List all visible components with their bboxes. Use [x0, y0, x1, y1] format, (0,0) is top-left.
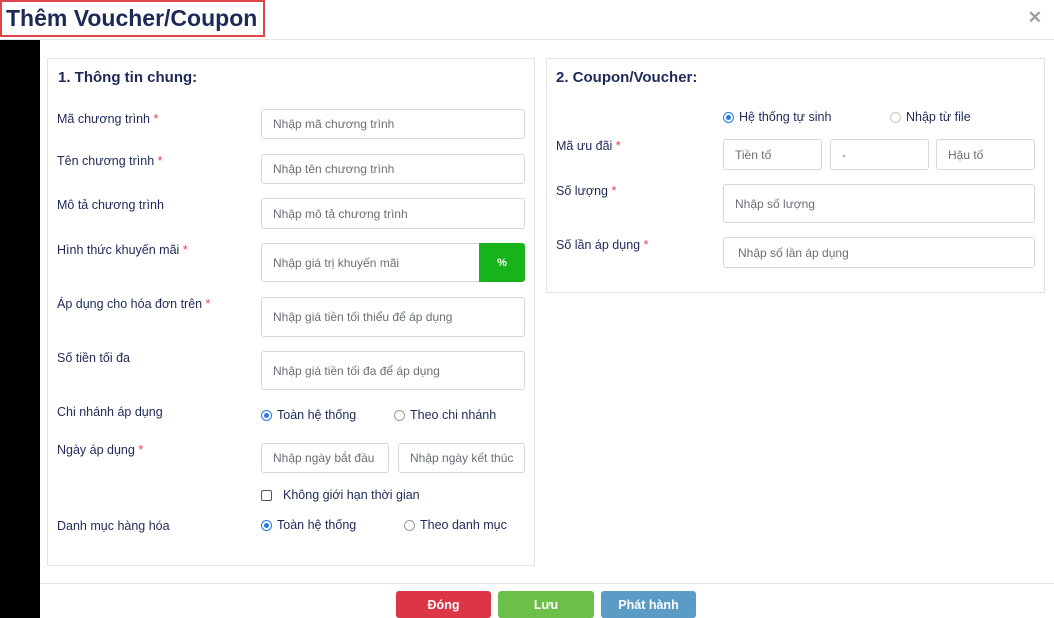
source-file-radio[interactable]: Nhập từ file: [890, 110, 971, 124]
coupon-panel: 2. Coupon/Voucher: Hệ thống tự sinh Nhập…: [546, 58, 1045, 293]
radio-unselected-icon: [404, 519, 415, 531]
branch-label: Chi nhánh áp dụng: [57, 405, 163, 419]
radio-selected-icon: [261, 519, 272, 531]
code-suffix-input[interactable]: [936, 139, 1035, 170]
promo-type-label: Hình thức khuyến mãi *: [57, 243, 188, 257]
category-label: Danh mục hàng hóa: [57, 519, 170, 533]
category-all-radio[interactable]: Toàn hệ thống: [261, 518, 356, 532]
promo-value-input[interactable]: [261, 243, 481, 282]
radio-unselected-icon: [890, 111, 901, 123]
general-section-title: 1. Thông tin chung:: [58, 69, 198, 86]
source-auto-radio[interactable]: Hệ thống tự sinh: [723, 110, 831, 124]
title-highlight: Thêm Voucher/Coupon: [0, 0, 266, 37]
backdrop-strip: [0, 40, 40, 618]
program-desc-input[interactable]: [261, 198, 525, 229]
no-time-limit-checkbox[interactable]: Không giới hạn thời gian: [261, 488, 420, 502]
end-date-input[interactable]: [398, 443, 525, 473]
code-middle-input[interactable]: [830, 139, 929, 170]
quantity-label: Số lượng *: [556, 184, 617, 198]
max-amount-label: Số tiền tối đa: [57, 351, 130, 365]
uses-label: Số lần áp dụng *: [556, 238, 649, 252]
program-code-input[interactable]: [261, 109, 525, 139]
quantity-input[interactable]: [723, 184, 1035, 223]
code-prefix-input[interactable]: [723, 139, 822, 170]
promo-code-label: Mã ưu đãi *: [556, 139, 621, 153]
percent-unit-button[interactable]: %: [479, 243, 525, 282]
modal-title: Thêm Voucher/Coupon: [6, 5, 258, 31]
branch-by-branch-radio[interactable]: Theo chi nhánh: [394, 408, 496, 422]
radio-selected-icon: [261, 409, 272, 421]
program-name-label: Tên chương trình *: [57, 154, 163, 168]
min-invoice-label: Áp dụng cho hóa đơn trên *: [57, 297, 211, 311]
program-name-input[interactable]: [261, 154, 525, 184]
publish-button[interactable]: Phát hành: [601, 591, 696, 618]
category-by-category-radio[interactable]: Theo danh mục: [404, 518, 507, 532]
program-desc-label: Mô tả chương trình: [57, 198, 164, 212]
general-info-panel: 1. Thông tin chung: Mã chương trình * Tê…: [47, 58, 535, 566]
program-code-label: Mã chương trình *: [57, 112, 159, 126]
save-button[interactable]: Lưu: [498, 591, 594, 618]
radio-selected-icon: [723, 111, 734, 123]
close-button[interactable]: Đóng: [396, 591, 491, 618]
close-icon[interactable]: ✕: [1028, 9, 1042, 26]
apply-date-label: Ngày áp dụng *: [57, 443, 144, 457]
uses-input[interactable]: [723, 237, 1035, 268]
branch-all-radio[interactable]: Toàn hệ thống: [261, 408, 356, 422]
radio-unselected-icon: [394, 409, 405, 421]
voucher-modal: Thêm Voucher/Coupon ✕ 1. Thông tin chung…: [0, 0, 1054, 618]
modal-header: Thêm Voucher/Coupon ✕: [0, 0, 1054, 40]
max-amount-input[interactable]: [261, 351, 525, 390]
checkbox-icon: [261, 489, 272, 501]
min-invoice-input[interactable]: [261, 297, 525, 337]
coupon-section-title: 2. Coupon/Voucher:: [556, 69, 698, 86]
start-date-input[interactable]: [261, 443, 389, 473]
